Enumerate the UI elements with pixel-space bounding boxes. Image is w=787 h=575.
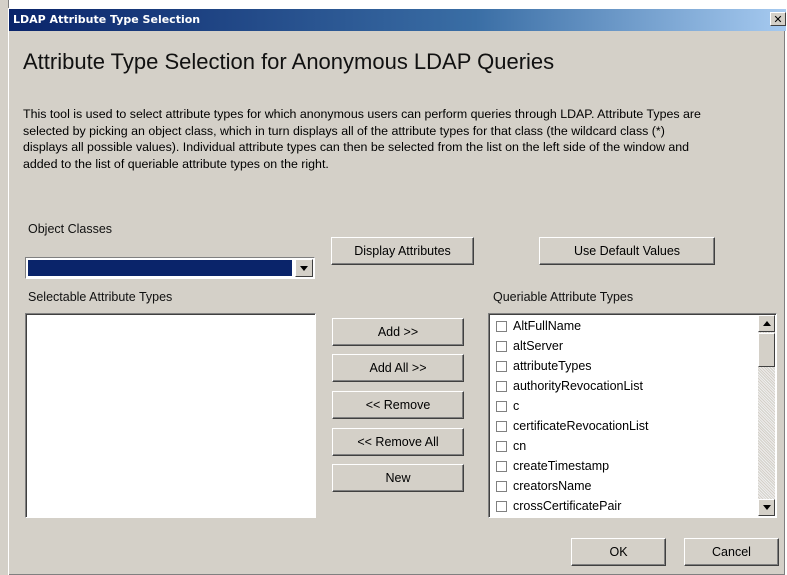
- add-all-button[interactable]: Add All >>: [332, 354, 464, 382]
- list-item[interactable]: c: [492, 396, 756, 416]
- description-text: This tool is used to select attribute ty…: [23, 107, 701, 171]
- scroll-up-icon[interactable]: [758, 315, 775, 332]
- scroll-down-icon[interactable]: [758, 499, 775, 516]
- add-button[interactable]: Add >>: [332, 318, 464, 346]
- checkbox[interactable]: [496, 420, 507, 432]
- display-attributes-button[interactable]: Display Attributes: [331, 237, 474, 265]
- new-button[interactable]: New: [332, 464, 464, 492]
- remove-all-button[interactable]: << Remove All: [332, 428, 464, 456]
- checkbox[interactable]: [496, 500, 507, 512]
- list-item-label: AltFullName: [513, 319, 582, 333]
- object-classes-dropdown[interactable]: [25, 257, 315, 279]
- checkbox[interactable]: [496, 480, 507, 492]
- chevron-down-icon[interactable]: [295, 259, 313, 277]
- ok-button[interactable]: OK: [571, 538, 666, 566]
- list-item-label: crossCertificatePair: [513, 499, 622, 513]
- dialog-window: LDAP Attribute Type Selection ✕ Attribut…: [8, 8, 786, 575]
- window-title: LDAP Attribute Type Selection: [13, 13, 201, 26]
- checkbox[interactable]: [496, 440, 507, 452]
- queriable-items-container: AltFullName altServer attributeTypes author…: [492, 316, 756, 516]
- checkbox[interactable]: [496, 340, 507, 352]
- selectable-attribute-types-label: Selectable Attribute Types: [28, 290, 173, 304]
- list-item-label: attributeTypes: [513, 359, 592, 373]
- list-item-label: certificateRevocationList: [513, 419, 649, 433]
- queriable-attribute-types-label: Queriable Attribute Types: [493, 290, 634, 304]
- list-item-label: createTimestamp: [513, 459, 610, 473]
- checkbox[interactable]: [496, 380, 507, 392]
- list-item-label: authorityRevocationList: [513, 379, 643, 393]
- checkbox[interactable]: [496, 460, 507, 472]
- queriable-attribute-types-list[interactable]: AltFullName altServer attributeTypes author…: [488, 313, 777, 518]
- selectable-attribute-types-list[interactable]: [25, 313, 316, 518]
- cancel-button[interactable]: Cancel: [684, 538, 779, 566]
- title-bar[interactable]: LDAP Attribute Type Selection ✕: [9, 9, 786, 31]
- close-icon[interactable]: ✕: [770, 12, 786, 26]
- dropdown-selected-value: [28, 260, 292, 276]
- checkbox[interactable]: [496, 320, 507, 332]
- page-title: Attribute Type Selection for Anonymous L…: [23, 49, 555, 74]
- list-item-label: creatorsName: [513, 479, 592, 493]
- list-item[interactable]: altServer: [492, 336, 756, 356]
- list-item[interactable]: AltFullName: [492, 316, 756, 336]
- scroll-thumb[interactable]: [758, 333, 775, 367]
- list-item[interactable]: crossCertificatePair: [492, 496, 756, 516]
- list-item[interactable]: createTimestamp: [492, 456, 756, 476]
- remove-button[interactable]: << Remove: [332, 391, 464, 419]
- list-item[interactable]: authorityRevocationList: [492, 376, 756, 396]
- list-item-label: altServer: [513, 339, 564, 353]
- use-default-values-button[interactable]: Use Default Values: [539, 237, 715, 265]
- list-item-label: c: [513, 399, 520, 413]
- list-item[interactable]: cn: [492, 436, 756, 456]
- list-item[interactable]: attributeTypes: [492, 356, 756, 376]
- list-item[interactable]: creatorsName: [492, 476, 756, 496]
- checkbox[interactable]: [496, 400, 507, 412]
- vertical-scrollbar[interactable]: [758, 315, 775, 516]
- list-item[interactable]: certificateRevocationList: [492, 416, 756, 436]
- object-classes-label: Object Classes: [28, 222, 113, 236]
- list-item-label: cn: [513, 439, 527, 453]
- checkbox[interactable]: [496, 360, 507, 372]
